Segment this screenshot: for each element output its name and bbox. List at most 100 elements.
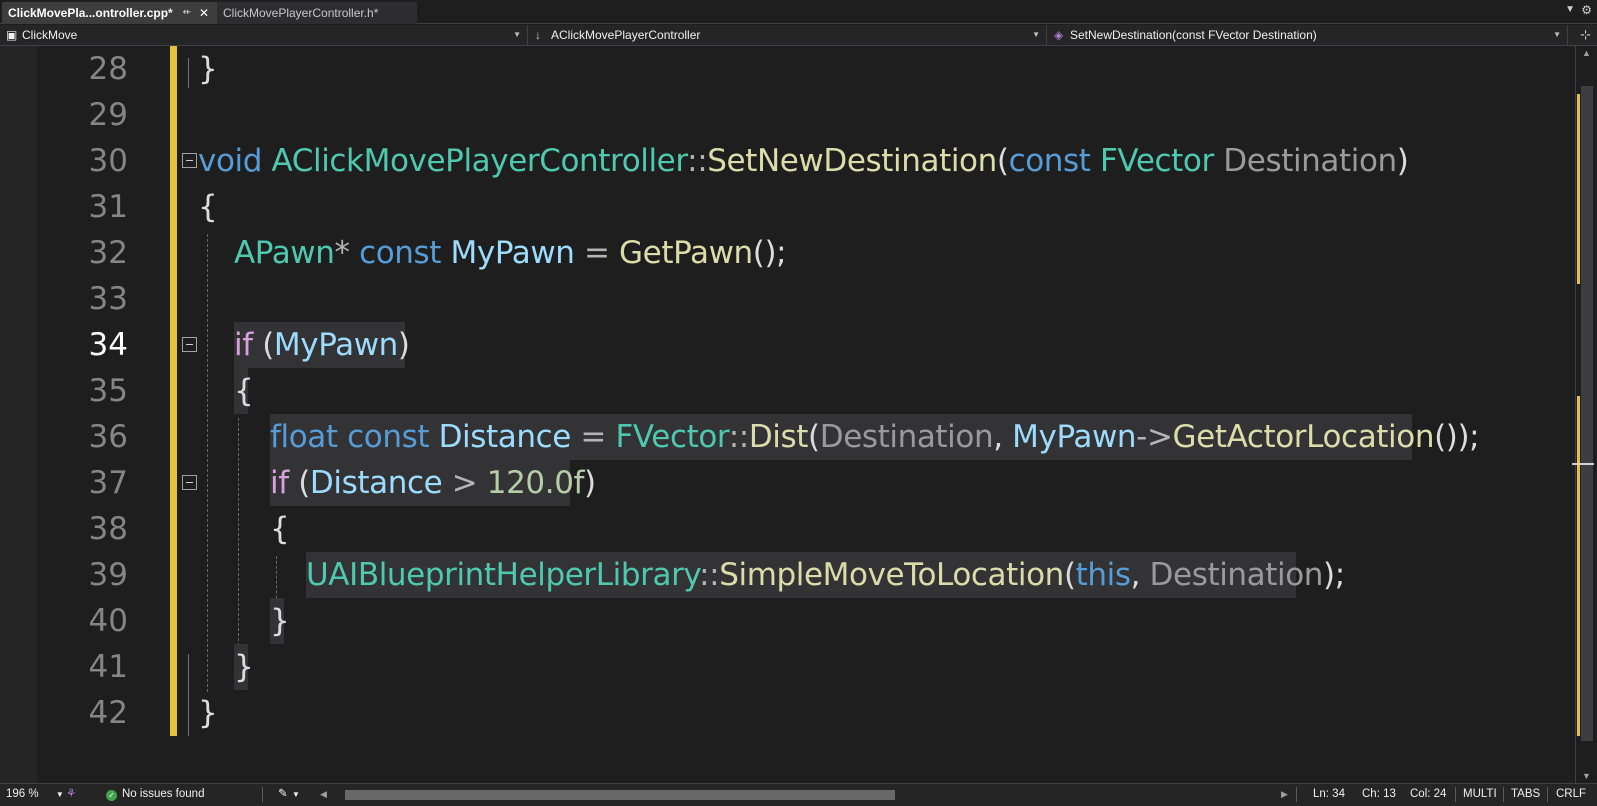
change-bar: [170, 46, 177, 92]
chevron-down-icon[interactable]: ▼: [292, 784, 300, 805]
change-bar: [170, 92, 177, 138]
code-line: 28 }: [0, 46, 1575, 92]
pin-icon[interactable]: ⇷: [183, 2, 191, 24]
code-text: {: [234, 373, 254, 409]
code-text: }: [270, 603, 290, 639]
code-line: 41 }: [0, 644, 1575, 690]
code-text: }: [198, 51, 218, 87]
separator: [1455, 787, 1456, 802]
project-icon: ▣: [6, 28, 18, 42]
line-number: 37: [88, 465, 128, 501]
separator: [262, 787, 263, 802]
code-line: 42 }: [0, 690, 1575, 736]
line-number: 36: [88, 419, 128, 455]
code-editor[interactable]: 28 } 29 30 void AClickMovePlayerControll…: [0, 46, 1575, 783]
code-text: if (MyPawn): [234, 327, 410, 363]
code-cleanup-icon[interactable]: ✎: [278, 784, 288, 805]
collapse-icon[interactable]: [182, 153, 197, 168]
collapse-icon[interactable]: [182, 337, 197, 352]
check-circle-icon: ✓: [106, 790, 117, 801]
line-number: 29: [88, 97, 128, 133]
change-bar: [170, 138, 177, 184]
line-number: 30: [88, 143, 128, 179]
change-bar: [170, 506, 177, 552]
indent-mode[interactable]: TABS: [1511, 784, 1540, 805]
column-indicator[interactable]: Col: 24: [1410, 784, 1446, 805]
zoom-dropdown[interactable]: 196 % ▼: [6, 784, 64, 805]
code-line: 30 void AClickMovePlayerController::SetN…: [0, 138, 1575, 184]
line-number: 33: [88, 281, 128, 317]
brush-icon[interactable]: ⚘: [66, 784, 76, 805]
class-scope-label: AClickMovePlayerController: [551, 28, 701, 42]
change-bar: [170, 322, 177, 368]
change-bar: [170, 184, 177, 230]
line-indicator[interactable]: Ln: 34: [1313, 784, 1345, 805]
line-number: 40: [88, 603, 128, 639]
close-icon[interactable]: ✕: [199, 2, 209, 24]
gear-icon[interactable]: ⚙: [1581, 3, 1592, 17]
collapse-icon[interactable]: [182, 475, 197, 490]
scroll-left-icon[interactable]: ◀: [320, 784, 327, 805]
code-text: }: [234, 649, 254, 685]
code-line: 40 }: [0, 598, 1575, 644]
scrollbar-thumb[interactable]: [345, 790, 895, 800]
code-line: 35 {: [0, 368, 1575, 414]
tab-label: ClickMovePlayerController.h*: [223, 6, 379, 20]
selection-mode[interactable]: MULTI: [1463, 784, 1497, 805]
caret-position-marker: [1572, 463, 1594, 465]
scroll-up-icon[interactable]: ▲: [1582, 48, 1591, 58]
tab-clickmoveplayercontroller-cpp[interactable]: ClickMovePla...ontroller.cpp* ⇷ ✕: [2, 2, 217, 24]
separator: [1503, 787, 1504, 802]
line-number: 31: [88, 189, 128, 225]
navigation-bar: ▣ ClickMove ▼ ↓ AClickMovePlayerControll…: [0, 25, 1597, 46]
zoom-level: 196 %: [6, 788, 39, 800]
project-label: ClickMove: [22, 28, 78, 42]
separator: [1296, 787, 1297, 802]
line-number: 32: [88, 235, 128, 271]
member-dropdown[interactable]: ◈ SetNewDestination(const FVector Destin…: [1048, 25, 1568, 45]
horizontal-scrollbar[interactable]: [345, 790, 1270, 800]
line-number: 28: [88, 51, 128, 87]
method-cube-icon: ◈: [1054, 28, 1064, 42]
chevron-down-icon: ▼: [1032, 30, 1040, 39]
scroll-down-icon[interactable]: ▼: [1582, 771, 1591, 781]
change-bar: [170, 460, 177, 506]
code-text: }: [198, 695, 218, 731]
tab-list-dropdown-icon[interactable]: ▼: [1565, 4, 1575, 15]
change-bar: [170, 552, 177, 598]
editor-status-bar: 196 % ▼ ⚘ ✓ No issues found ✎ ▼ ◀ ▶ Ln: 3…: [0, 783, 1597, 806]
code-line: 38 {: [0, 506, 1575, 552]
line-number: 39: [88, 557, 128, 593]
class-scope-dropdown[interactable]: ↓ AClickMovePlayerController ▼: [529, 25, 1047, 45]
document-tab-bar: ClickMovePla...ontroller.cpp* ⇷ ✕ ClickM…: [0, 0, 1597, 24]
code-text: {: [198, 189, 218, 225]
separator: [1547, 787, 1548, 802]
chevron-down-icon: ▼: [55, 790, 64, 799]
change-bar: [170, 368, 177, 414]
member-label: SetNewDestination(const FVector Destinat…: [1070, 28, 1317, 42]
change-marker: [1577, 396, 1580, 736]
split-window-icon[interactable]: ⊹: [1580, 25, 1591, 45]
code-line: 39 UAIBlueprintHelperLibrary::SimpleMove…: [0, 552, 1575, 598]
change-bar: [170, 644, 177, 690]
change-bar: [170, 230, 177, 276]
change-bar: [170, 598, 177, 644]
issues-indicator[interactable]: ✓ No issues found: [106, 784, 204, 805]
scrollbar-thumb[interactable]: [1581, 86, 1593, 741]
code-text: APawn* const MyPawn = GetPawn();: [234, 235, 787, 271]
code-text: float const Distance = FVector::Dist(Des…: [270, 419, 1480, 455]
vertical-scrollbar[interactable]: ▲ ▼: [1572, 46, 1597, 783]
tab-clickmoveplayercontroller-h[interactable]: ClickMovePlayerController.h*: [217, 2, 417, 24]
chevron-down-icon: ▼: [513, 30, 521, 39]
project-dropdown[interactable]: ▣ ClickMove ▼: [0, 25, 528, 45]
code-line-current: 34 if (MyPawn): [0, 322, 1575, 368]
code-line: 32 APawn* const MyPawn = GetPawn();: [0, 230, 1575, 276]
code-text: {: [270, 511, 290, 547]
char-indicator[interactable]: Ch: 13: [1362, 784, 1396, 805]
scroll-right-icon[interactable]: ▶: [1281, 784, 1288, 805]
code-line: 31 {: [0, 184, 1575, 230]
issues-label: No issues found: [122, 788, 205, 800]
line-endings[interactable]: CRLF: [1556, 784, 1586, 805]
line-number: 34: [88, 327, 128, 363]
code-text: if (Distance > 120.0f): [270, 465, 596, 501]
